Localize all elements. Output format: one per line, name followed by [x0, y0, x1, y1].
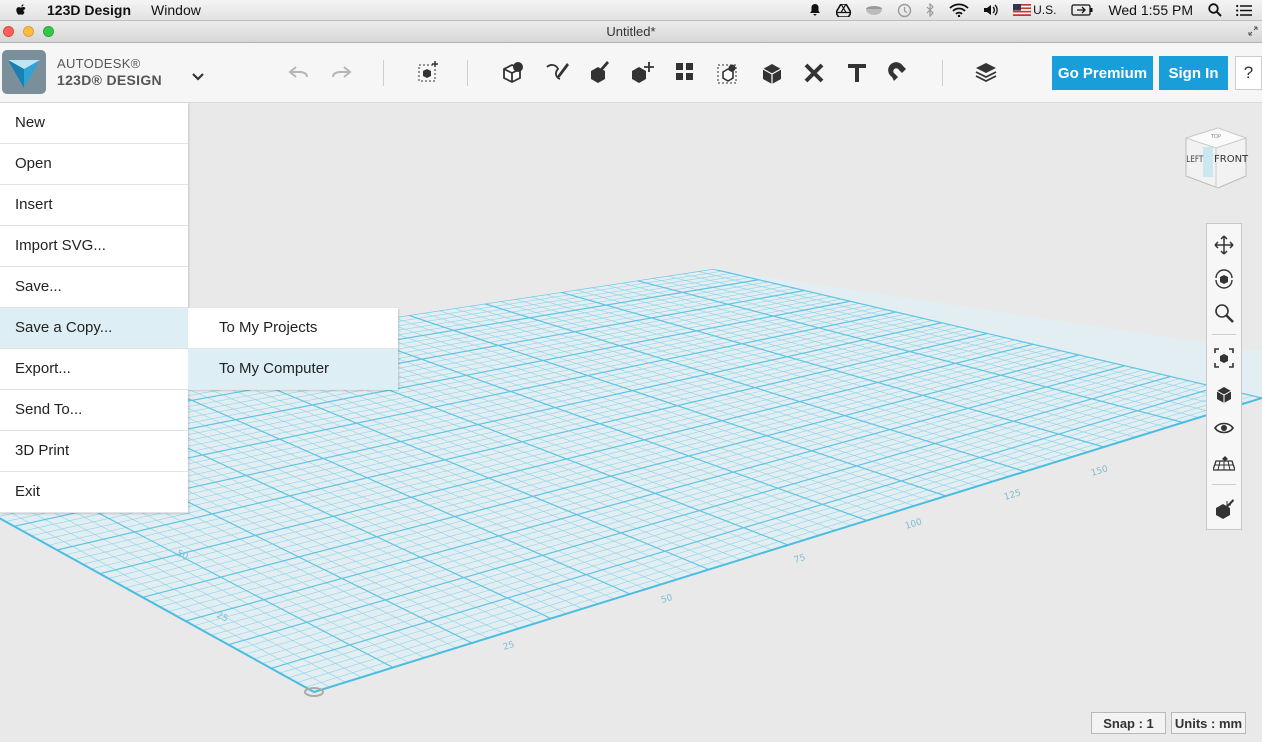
menu-item-save-a-copy[interactable]: Save a Copy... — [0, 308, 188, 349]
toolbar-divider — [467, 60, 468, 86]
menu-item-send-to[interactable]: Send To... — [0, 390, 188, 431]
viewport-canvas[interactable]: 25 50 75 100 125 150 25 50 — [0, 103, 1262, 742]
material-view-icon[interactable] — [1212, 496, 1236, 520]
window-menu[interactable]: Window — [151, 2, 201, 18]
spotlight-search-icon[interactable] — [1208, 3, 1222, 17]
viewcube-left-label[interactable]: LEFT — [1186, 153, 1203, 164]
us-flag-icon[interactable] — [1013, 4, 1032, 16]
save-copy-submenu: To My Projects To My Computer — [188, 308, 398, 390]
sketch-tool-icon[interactable] — [542, 57, 572, 87]
menu-item-3d-print[interactable]: 3D Print — [0, 431, 188, 472]
viewcube-top-label[interactable]: TOP — [1210, 134, 1221, 140]
toolbar-divider — [942, 60, 943, 86]
window-title-bar: Untitled* — [0, 21, 1262, 43]
apple-menu-icon[interactable] — [13, 2, 29, 18]
text-tool-icon[interactable] — [842, 57, 872, 87]
chevron-down-icon[interactable] — [191, 72, 205, 81]
orbit-icon[interactable] — [1212, 267, 1236, 291]
nav-divider — [1212, 484, 1236, 485]
combine-tool-icon[interactable] — [757, 57, 787, 87]
measure-tool-icon[interactable] — [800, 57, 830, 87]
toolbar-divider — [383, 60, 384, 86]
notification-icon[interactable] — [808, 3, 822, 17]
pattern-tool-icon[interactable] — [670, 57, 700, 87]
window-title: Untitled* — [606, 24, 656, 39]
undo-button[interactable] — [284, 57, 314, 87]
submenu-item-to-my-computer[interactable]: To My Computer — [188, 349, 398, 390]
mac-menu-bar: 123D Design Window U.S. Wed 1:55 PM — [0, 0, 1262, 21]
cloud-bowl-icon[interactable] — [865, 4, 883, 16]
grid-settings-icon[interactable] — [1212, 450, 1236, 474]
units-status[interactable]: Units : mm — [1171, 712, 1246, 734]
battery-icon[interactable] — [1071, 4, 1093, 16]
viewcube-front-label[interactable]: FRONT — [1214, 154, 1249, 165]
grouping-tool-icon[interactable] — [713, 57, 743, 87]
navigation-bar — [1206, 223, 1242, 530]
zoom-window-button[interactable] — [43, 26, 54, 37]
zoom-icon[interactable] — [1212, 301, 1236, 325]
time-machine-icon[interactable] — [897, 3, 912, 18]
view-cube[interactable]: TOP LEFT FRONT — [1180, 120, 1250, 192]
help-button[interactable]: ? — [1235, 56, 1262, 90]
menu-item-save[interactable]: Save... — [0, 267, 188, 308]
menu-item-export[interactable]: Export... — [0, 349, 188, 390]
redo-button[interactable] — [326, 57, 356, 87]
snap-tool-icon[interactable] — [885, 57, 915, 87]
fullscreen-icon[interactable] — [1248, 26, 1258, 36]
input-source-label[interactable]: U.S. — [1033, 3, 1056, 17]
bluetooth-icon[interactable] — [926, 3, 935, 17]
ruler-label: 150 — [1090, 464, 1110, 479]
ruler-label: 50 — [660, 593, 674, 606]
close-window-button[interactable] — [3, 26, 14, 37]
menu-item-insert[interactable]: Insert — [0, 185, 188, 226]
menu-item-import-svg[interactable]: Import SVG... — [0, 226, 188, 267]
ruler-label: 75 — [793, 553, 807, 566]
google-drive-icon[interactable] — [836, 3, 852, 17]
123d-logo-icon[interactable] — [2, 50, 46, 94]
fit-view-icon[interactable] — [1212, 346, 1236, 370]
clock-label[interactable]: Wed 1:55 PM — [1108, 2, 1193, 18]
materials-tool-icon[interactable] — [971, 57, 1001, 87]
volume-icon[interactable] — [983, 3, 999, 17]
sign-in-button[interactable]: Sign In — [1159, 56, 1228, 90]
app-name-menu[interactable]: 123D Design — [47, 2, 131, 18]
brand-123d-design: 123D® DESIGN — [57, 72, 162, 88]
modify-tool-icon[interactable] — [627, 57, 657, 87]
nav-divider — [1212, 334, 1236, 335]
primitives-tool-icon[interactable] — [498, 57, 528, 87]
wifi-icon[interactable] — [949, 3, 969, 17]
submenu-item-to-my-projects[interactable]: To My Projects — [188, 308, 398, 349]
file-menu: New Open Insert Import SVG... Save... Sa… — [0, 103, 188, 513]
menu-item-exit[interactable]: Exit — [0, 472, 188, 513]
perspective-icon[interactable] — [1212, 381, 1236, 405]
go-premium-button[interactable]: Go Premium — [1052, 56, 1153, 90]
main-toolbar: AUTODESK® 123D® DESIGN Go Premium Sign I… — [0, 43, 1262, 103]
brand-autodesk: AUTODESK® — [57, 56, 141, 71]
pan-icon[interactable] — [1212, 233, 1236, 257]
notification-center-icon[interactable] — [1236, 4, 1252, 17]
construct-tool-icon[interactable] — [584, 57, 614, 87]
snap-status[interactable]: Snap : 1 — [1091, 712, 1166, 734]
minimize-window-button[interactable] — [23, 26, 34, 37]
visibility-eye-icon[interactable] — [1212, 416, 1236, 440]
ruler-label: 100 — [904, 517, 924, 532]
ruler-label: 25 — [502, 640, 516, 653]
menu-item-new[interactable]: New — [0, 103, 188, 144]
ruler-label: 125 — [1003, 488, 1022, 503]
menu-item-open[interactable]: Open — [0, 144, 188, 185]
transform-tool-icon[interactable] — [413, 57, 443, 87]
